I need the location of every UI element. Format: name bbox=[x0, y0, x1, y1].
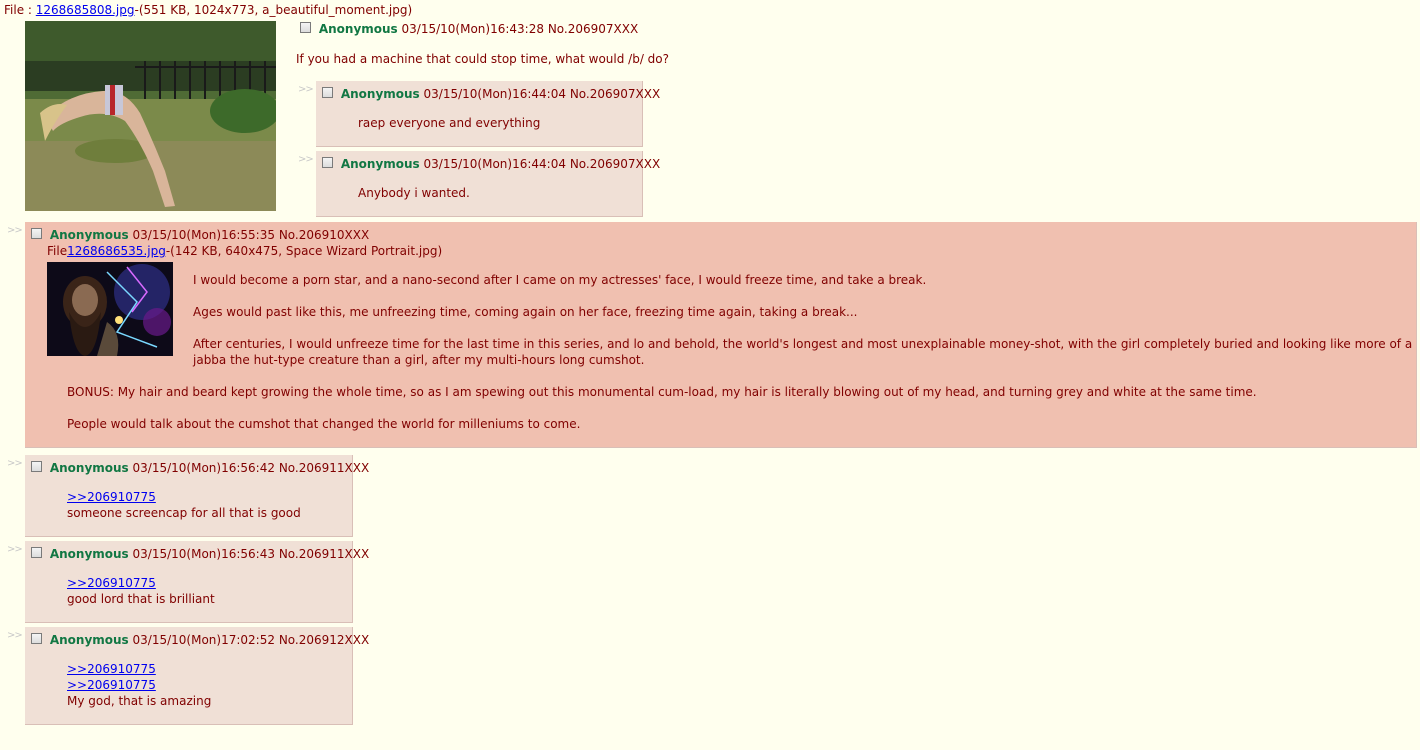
reply-post-3: Anonymous 03/15/10(Mon)16:55:35 No.20691… bbox=[25, 222, 1417, 448]
reply-message-line: Ages would past like this, me unfreezing… bbox=[193, 305, 858, 319]
reply-message-line: People would talk about the cumshot that… bbox=[67, 417, 581, 431]
post-number[interactable]: No.206907XXX bbox=[548, 22, 638, 36]
post-datetime: 03/15/10(Mon)16:44:04 bbox=[423, 87, 566, 101]
reply-header: Anonymous 03/15/10(Mon)16:44:04 No.20690… bbox=[322, 157, 660, 171]
reply-post-2: Anonymous 03/15/10(Mon)16:44:04 No.20690… bbox=[316, 151, 660, 217]
reply-message: My god, that is amazing bbox=[67, 694, 212, 708]
reply-message-line: jabba the hut-type creature than a girl,… bbox=[193, 353, 645, 367]
op-file-link[interactable]: 1268685808.jpg bbox=[36, 3, 135, 17]
reply-arrow: >> bbox=[7, 630, 23, 641]
post-datetime: 03/15/10(Mon)17:02:52 bbox=[132, 633, 275, 647]
reply-message: someone screencap for all that is good bbox=[67, 506, 301, 520]
reply-header: Anonymous 03/15/10(Mon)16:55:35 No.20691… bbox=[31, 228, 369, 242]
post-datetime: 03/15/10(Mon)16:44:04 bbox=[423, 157, 566, 171]
quote-link[interactable]: >>206910775 bbox=[67, 576, 156, 590]
post-number[interactable]: No.206911XXX bbox=[279, 461, 369, 475]
reply-select-checkbox[interactable] bbox=[31, 228, 42, 239]
reply-message-line: After centuries, I would unfreeze time f… bbox=[193, 337, 1413, 351]
op-message: If you had a machine that could stop tim… bbox=[296, 52, 670, 66]
reply-header: Anonymous 03/15/10(Mon)16:44:04 No.20690… bbox=[322, 87, 660, 101]
reply-message-line: BONUS: My hair and beard kept growing th… bbox=[67, 385, 1257, 399]
poster-name: Anonymous bbox=[49, 547, 129, 561]
reply-post-1: Anonymous 03/15/10(Mon)16:44:04 No.20690… bbox=[316, 81, 660, 147]
reply-arrow: >> bbox=[7, 458, 23, 469]
reply-post-5: Anonymous 03/15/10(Mon)16:56:43 No.20691… bbox=[25, 541, 369, 623]
reply-message: Anybody i wanted. bbox=[358, 186, 470, 200]
reply-arrow: >> bbox=[7, 225, 23, 236]
op-file-prefix: File : bbox=[4, 3, 36, 17]
quote-link[interactable]: >>206910775 bbox=[67, 662, 156, 676]
reply-post-6: Anonymous 03/15/10(Mon)17:02:52 No.20691… bbox=[25, 627, 369, 725]
post-number[interactable]: No.206911XXX bbox=[279, 547, 369, 561]
reply-select-checkbox[interactable] bbox=[31, 547, 42, 558]
reply-file-prefix: File bbox=[47, 244, 68, 258]
reply-message: raep everyone and everything bbox=[358, 116, 541, 130]
reply-message: good lord that is brilliant bbox=[67, 592, 215, 606]
poster-name: Anonymous bbox=[49, 228, 129, 242]
quote-link[interactable]: >>206910775 bbox=[67, 490, 156, 504]
reply-file-meta: -(142 KB, 640x475, Space Wizard Portrait… bbox=[165, 244, 443, 258]
reply-header: Anonymous 03/15/10(Mon)16:56:43 No.20691… bbox=[31, 547, 369, 561]
poster-name: Anonymous bbox=[318, 22, 398, 36]
op-select-checkbox[interactable] bbox=[300, 22, 311, 33]
post-number[interactable]: No.206910XXX bbox=[279, 228, 369, 242]
reply-select-checkbox[interactable] bbox=[322, 87, 333, 98]
reply-arrow: >> bbox=[7, 544, 23, 555]
reply-thumbnail[interactable] bbox=[47, 262, 173, 356]
reply-message-line: I would become a porn star, and a nano-s… bbox=[193, 273, 927, 287]
op-header: Anonymous 03/15/10(Mon)16:43:28 No.20690… bbox=[300, 22, 638, 36]
reply-header: Anonymous 03/15/10(Mon)17:02:52 No.20691… bbox=[31, 633, 369, 647]
reply-select-checkbox[interactable] bbox=[31, 633, 42, 644]
post-number[interactable]: No.206907XXX bbox=[570, 87, 660, 101]
reply-select-checkbox[interactable] bbox=[31, 461, 42, 472]
post-number[interactable]: No.206912XXX bbox=[279, 633, 369, 647]
reply-arrow: >> bbox=[298, 84, 314, 95]
poster-name: Anonymous bbox=[49, 633, 129, 647]
post-number[interactable]: No.206907XXX bbox=[570, 157, 660, 171]
post-datetime: 03/15/10(Mon)16:56:42 bbox=[132, 461, 275, 475]
op-file-info: File : 1268685808.jpg-(551 KB, 1024x773,… bbox=[4, 3, 412, 17]
reply-header: Anonymous 03/15/10(Mon)16:56:42 No.20691… bbox=[31, 461, 369, 475]
poster-name: Anonymous bbox=[340, 157, 420, 171]
poster-name: Anonymous bbox=[340, 87, 420, 101]
poster-name: Anonymous bbox=[49, 461, 129, 475]
op-file-meta: -(551 KB, 1024x773, a_beautiful_moment.j… bbox=[134, 3, 413, 17]
post-datetime: 03/15/10(Mon)16:43:28 bbox=[401, 22, 544, 36]
quote-link[interactable]: >>206910775 bbox=[67, 678, 156, 692]
reply-select-checkbox[interactable] bbox=[322, 157, 333, 168]
reply-file-info: File1268686535.jpg-(142 KB, 640x475, Spa… bbox=[47, 244, 442, 258]
post-datetime: 03/15/10(Mon)16:55:35 bbox=[132, 228, 275, 242]
reply-post-4: Anonymous 03/15/10(Mon)16:56:42 No.20691… bbox=[25, 455, 369, 537]
reply-file-link[interactable]: 1268686535.jpg bbox=[67, 244, 166, 258]
reply-arrow: >> bbox=[298, 154, 314, 165]
op-thumbnail[interactable] bbox=[25, 21, 276, 211]
post-datetime: 03/15/10(Mon)16:56:43 bbox=[132, 547, 275, 561]
